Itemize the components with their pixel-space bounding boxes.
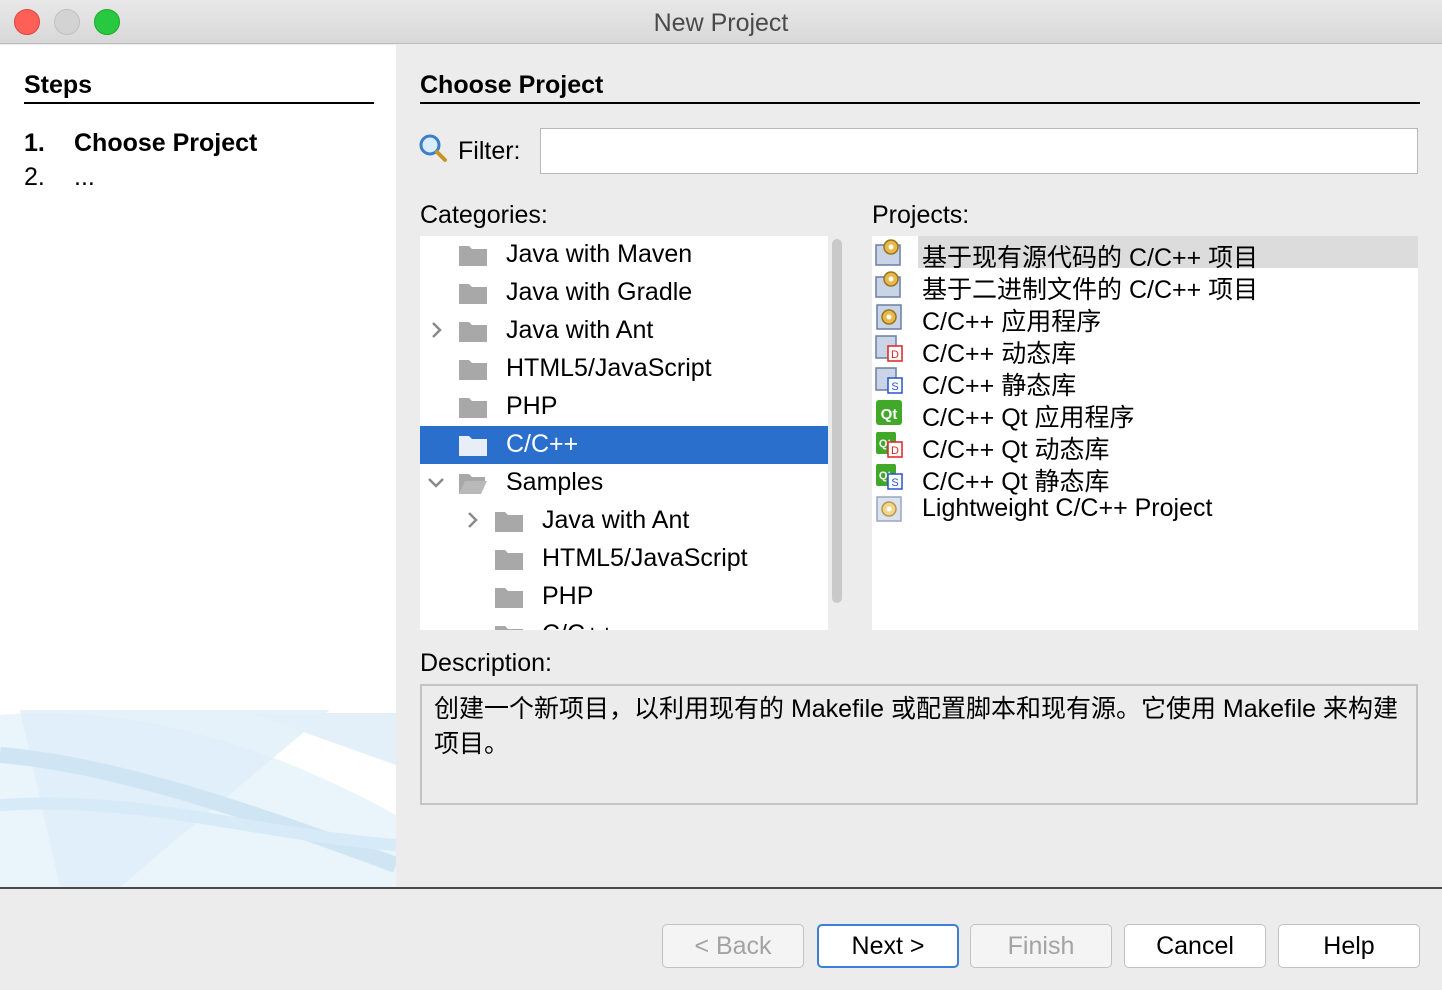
gear-folder-icon <box>874 269 904 299</box>
static-library-icon: S <box>874 365 904 395</box>
qt-app-icon: Qt <box>874 397 904 427</box>
category-item[interactable]: Java with Gradle <box>420 274 828 312</box>
steps-title: Steps <box>24 71 93 99</box>
projects-list[interactable]: 基于现有源代码的 C/C++ 项目 基于二进制文件的 C/C++ 项目 C/C++ … <box>872 236 1418 630</box>
step-label: Choose Project <box>74 129 258 157</box>
chevron-right-icon[interactable] <box>462 508 482 532</box>
chevron-down-icon[interactable] <box>426 470 446 494</box>
folder-icon <box>494 509 524 540</box>
svg-text:D: D <box>891 445 899 457</box>
finish-button[interactable]: Finish <box>970 924 1112 968</box>
steps-panel: Steps 1. Choose Project 2.... <box>0 45 396 887</box>
step-item-2: 2.... <box>24 163 95 192</box>
qt-static-library-icon: Qt S <box>874 461 904 491</box>
steps-divider <box>24 102 374 104</box>
folder-icon <box>494 623 524 630</box>
category-label: PHP <box>542 582 594 610</box>
project-item[interactable]: Qt S C/C++ Qt 静态库 <box>872 460 1418 496</box>
description-label: Description: <box>420 649 552 677</box>
title-bar: New Project <box>0 0 1442 44</box>
back-button[interactable]: < Back <box>662 924 804 968</box>
main-panel: Choose Project Filter: Categories: Proje… <box>396 45 1442 887</box>
gear-light-icon <box>874 493 904 523</box>
category-item[interactable]: Java with Ant <box>420 502 828 540</box>
project-label: Lightweight C/C++ Project <box>922 494 1213 522</box>
filter-label: Filter: <box>458 137 521 165</box>
category-label: PHP <box>506 392 558 420</box>
category-item[interactable]: PHP <box>420 578 828 616</box>
project-item[interactable]: 基于现有源代码的 C/C++ 项目 <box>872 236 1418 272</box>
section-title: Choose Project <box>420 71 604 99</box>
gear-app-icon <box>874 301 904 331</box>
categories-label: Categories: <box>420 201 548 229</box>
decorative-swoosh <box>0 710 396 887</box>
categories-scrollbar[interactable] <box>832 239 842 603</box>
svg-text:S: S <box>891 477 898 489</box>
folder-icon <box>458 243 488 274</box>
category-label: Java with Ant <box>506 316 654 344</box>
project-item[interactable]: S C/C++ 静态库 <box>872 364 1418 400</box>
project-item[interactable]: D C/C++ 动态库 <box>872 332 1418 368</box>
step-item-1: 1. Choose Project <box>24 129 257 158</box>
svg-text:Qt: Qt <box>881 406 898 423</box>
next-button[interactable]: Next > <box>817 924 959 968</box>
qt-dynamic-library-icon: Qt D <box>874 429 904 459</box>
window-title: New Project <box>653 9 789 37</box>
project-item[interactable]: Lightweight C/C++ Project <box>872 492 1418 524</box>
svg-text:D: D <box>891 349 899 361</box>
step-number: 1. <box>24 129 45 157</box>
cancel-button[interactable]: Cancel <box>1124 924 1266 968</box>
category-item[interactable]: C/C++ <box>420 616 828 630</box>
category-label: Java with Ant <box>542 506 690 534</box>
category-label: HTML5/JavaScript <box>542 544 748 572</box>
category-item[interactable]: PHP <box>420 388 828 426</box>
category-item[interactable]: Java with Ant <box>420 312 828 350</box>
description-text: 创建一个新项目，以利用现有的 Makefile 或配置脚本和现有源。它使用 Ma… <box>420 684 1418 805</box>
folder-icon <box>458 433 488 464</box>
category-label: Samples <box>506 468 604 496</box>
folder-open-icon <box>458 471 488 502</box>
category-label: HTML5/JavaScript <box>506 354 712 382</box>
projects-label: Projects: <box>872 201 970 229</box>
category-item[interactable]: HTML5/JavaScript <box>420 350 828 388</box>
category-label: Java with Maven <box>506 240 693 268</box>
section-divider <box>420 102 1420 104</box>
help-button[interactable]: Help <box>1278 924 1420 968</box>
project-item[interactable]: Qt D C/C++ Qt 动态库 <box>872 428 1418 464</box>
project-item[interactable]: Qt C/C++ Qt 应用程序 <box>872 396 1418 432</box>
search-icon <box>419 134 447 162</box>
folder-icon <box>458 357 488 388</box>
folder-icon <box>458 281 488 312</box>
svg-text:S: S <box>891 381 898 393</box>
category-item[interactable]: HTML5/JavaScript <box>420 540 828 578</box>
folder-icon <box>494 547 524 578</box>
button-bar: < Back Next > Finish Cancel Help <box>0 889 1442 990</box>
folder-icon <box>494 585 524 616</box>
step-number: 2. <box>24 163 45 191</box>
category-item[interactable]: Samples <box>420 464 828 502</box>
filter-input[interactable] <box>540 128 1418 174</box>
chevron-right-icon[interactable] <box>426 318 446 342</box>
category-item[interactable]: C/C++ <box>420 426 828 464</box>
category-label: Java with Gradle <box>506 278 693 306</box>
project-item[interactable]: 基于二进制文件的 C/C++ 项目 <box>872 268 1418 304</box>
folder-icon <box>458 319 488 350</box>
step-label: ... <box>74 163 95 191</box>
gear-folder-icon <box>874 237 904 267</box>
project-item[interactable]: C/C++ 应用程序 <box>872 300 1418 336</box>
folder-icon <box>458 395 488 426</box>
category-label: C/C++ <box>506 430 579 458</box>
dynamic-library-icon: D <box>874 333 904 363</box>
category-item[interactable]: Java with Maven <box>420 236 828 274</box>
category-label: C/C++ <box>542 620 614 630</box>
categories-tree[interactable]: Java with Maven Java with Gradle Java with… <box>420 236 828 630</box>
